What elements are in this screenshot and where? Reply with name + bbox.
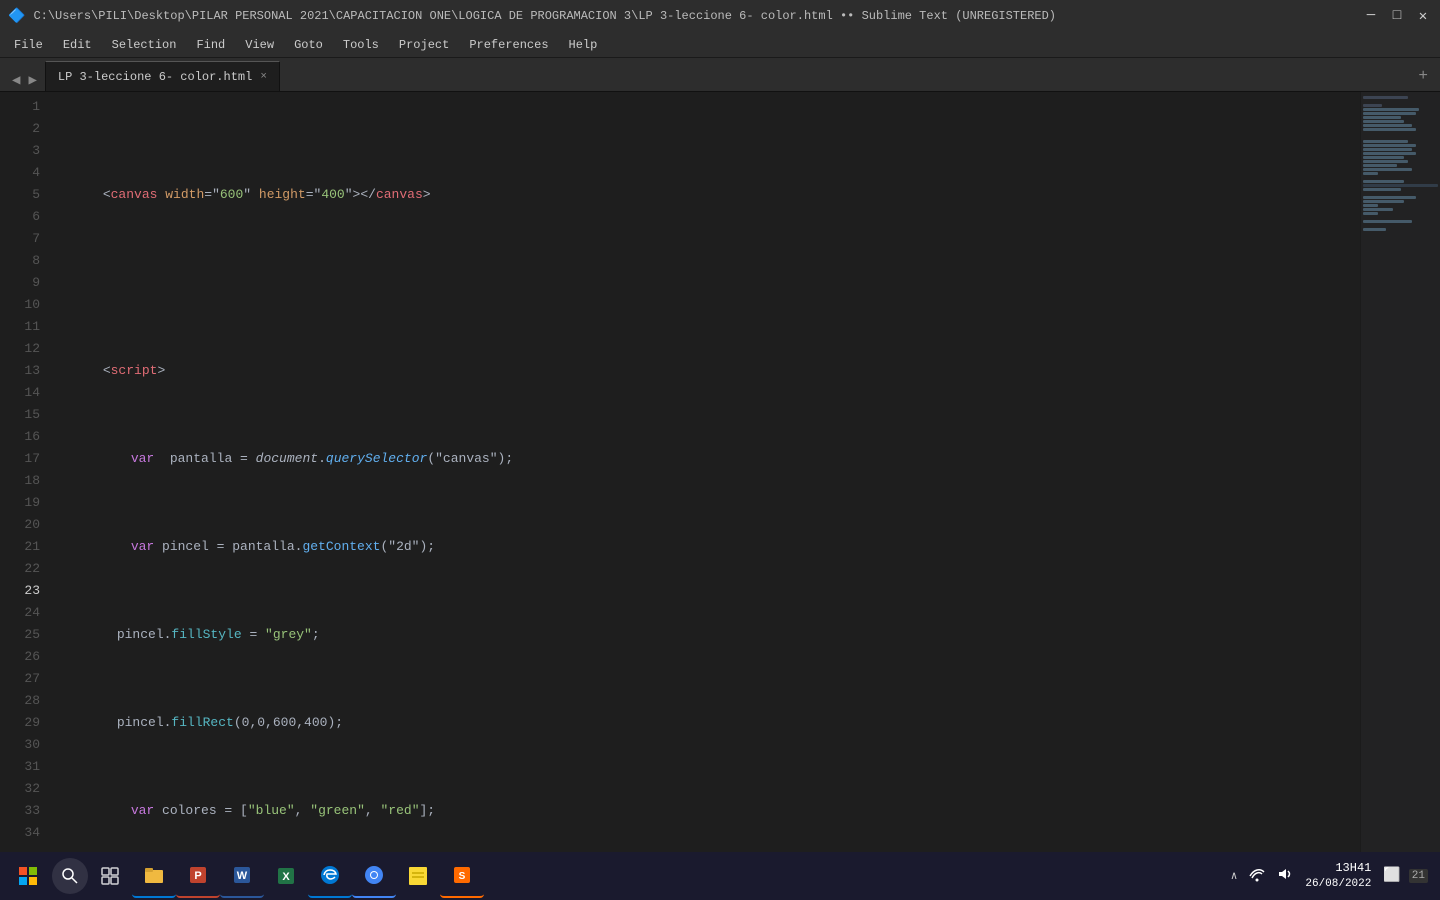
taskview-button[interactable] bbox=[88, 854, 132, 898]
menu-selection[interactable]: Selection bbox=[102, 32, 187, 57]
sticky-button[interactable] bbox=[396, 854, 440, 898]
code-line-3: <script> bbox=[56, 338, 1352, 360]
line-num-2: 2 bbox=[8, 118, 40, 140]
line-num-29: 29 bbox=[8, 712, 40, 734]
line-num-12: 12 bbox=[8, 338, 40, 360]
chrome-button[interactable] bbox=[352, 854, 396, 898]
line-num-16: 16 bbox=[8, 426, 40, 448]
taskbar: P W X S bbox=[0, 852, 1440, 900]
line-num-27: 27 bbox=[8, 668, 40, 690]
line-num-32: 32 bbox=[8, 778, 40, 800]
datetime-display[interactable]: 13H41 26/08/2022 bbox=[1301, 861, 1375, 891]
menu-file[interactable]: File bbox=[4, 32, 53, 57]
line-num-8: 8 bbox=[8, 250, 40, 272]
line-num-4: 4 bbox=[8, 162, 40, 184]
svg-text:S: S bbox=[459, 871, 466, 882]
time-display: 13H41 bbox=[1305, 861, 1371, 877]
line-num-5: 5 bbox=[8, 184, 40, 206]
code-line-1: <canvas width="600" height="400"></canva… bbox=[56, 162, 1352, 184]
tabbar: ◀ ▶ LP 3-leccione 6- color.html × + bbox=[0, 58, 1440, 92]
editor-area: 1 2 3 4 5 6 7 8 9 10 11 12 13 14 15 16 1… bbox=[0, 92, 1440, 872]
line-num-3: 3 bbox=[8, 140, 40, 162]
menu-help[interactable]: Help bbox=[559, 32, 608, 57]
line-num-18: 18 bbox=[8, 470, 40, 492]
line-num-20: 20 bbox=[8, 514, 40, 536]
line-num-21: 21 bbox=[8, 536, 40, 558]
minimize-button[interactable]: ─ bbox=[1362, 7, 1380, 25]
app-icon: 🔷 bbox=[8, 8, 25, 25]
date-display: 26/08/2022 bbox=[1305, 877, 1371, 891]
taskbar-right: ∧ 13H41 26/08/2022 ⬜ 21 bbox=[1227, 861, 1436, 891]
line-num-24: 24 bbox=[8, 602, 40, 624]
line-num-6: 6 bbox=[8, 206, 40, 228]
line-num-22: 22 bbox=[8, 558, 40, 580]
maximize-button[interactable]: □ bbox=[1388, 7, 1406, 25]
menu-preferences[interactable]: Preferences bbox=[459, 32, 558, 57]
line-num-25: 25 bbox=[8, 624, 40, 646]
volume-icon[interactable] bbox=[1273, 866, 1297, 886]
svg-text:W: W bbox=[237, 870, 248, 882]
code-line-2 bbox=[56, 250, 1352, 272]
search-button[interactable] bbox=[52, 858, 88, 894]
menu-goto[interactable]: Goto bbox=[284, 32, 333, 57]
code-line-4: var pantalla = document.querySelector("c… bbox=[56, 426, 1352, 448]
titlebar-left: 🔷 C:\Users\PILI\Desktop\PILAR PERSONAL 2… bbox=[8, 8, 1056, 25]
line-num-15: 15 bbox=[8, 404, 40, 426]
line-num-30: 30 bbox=[8, 734, 40, 756]
line-num-14: 14 bbox=[8, 382, 40, 404]
powerpoint-button[interactable]: P bbox=[176, 854, 220, 898]
minimap bbox=[1360, 92, 1440, 872]
num-indicator: 21 bbox=[1409, 869, 1428, 883]
code-editor[interactable]: <canvas width="600" height="400"></canva… bbox=[48, 92, 1360, 872]
network-icon[interactable] bbox=[1245, 866, 1269, 886]
menu-edit[interactable]: Edit bbox=[53, 32, 102, 57]
tray-icon-1[interactable]: ∧ bbox=[1227, 869, 1242, 883]
line-num-33: 33 bbox=[8, 800, 40, 822]
line-num-17: 17 bbox=[8, 448, 40, 470]
tab-label: LP 3-leccione 6- color.html bbox=[58, 70, 252, 84]
code-line-6: pincel.fillStyle = "grey"; bbox=[56, 602, 1352, 624]
line-num-26: 26 bbox=[8, 646, 40, 668]
titlebar: 🔷 C:\Users\PILI\Desktop\PILAR PERSONAL 2… bbox=[0, 0, 1440, 32]
excel-button[interactable]: X bbox=[264, 854, 308, 898]
nav-back[interactable]: ◀ bbox=[8, 70, 24, 91]
svg-text:P: P bbox=[194, 870, 201, 882]
line-num-31: 31 bbox=[8, 756, 40, 778]
edge-button[interactable] bbox=[308, 854, 352, 898]
code-line-5: var pincel = pantalla.getContext("2d"); bbox=[56, 514, 1352, 536]
menu-view[interactable]: View bbox=[235, 32, 284, 57]
line-num-9: 9 bbox=[8, 272, 40, 294]
word-button[interactable]: W bbox=[220, 854, 264, 898]
new-tab-button[interactable]: + bbox=[1410, 61, 1436, 91]
nav-forward[interactable]: ▶ bbox=[24, 70, 40, 91]
code-line-8: var colores = ["blue", "green", "red"]; bbox=[56, 778, 1352, 800]
titlebar-title: C:\Users\PILI\Desktop\PILAR PERSONAL 202… bbox=[33, 9, 1056, 23]
menu-project[interactable]: Project bbox=[389, 32, 459, 57]
line-numbers: 1 2 3 4 5 6 7 8 9 10 11 12 13 14 15 16 1… bbox=[0, 92, 48, 872]
line-num-1: 1 bbox=[8, 96, 40, 118]
line-num-19: 19 bbox=[8, 492, 40, 514]
code-line-7: pincel.fillRect(0,0,600,400); bbox=[56, 690, 1352, 712]
notification-button[interactable]: ⬜ bbox=[1379, 867, 1404, 884]
menubar: File Edit Selection Find View Goto Tools… bbox=[0, 32, 1440, 58]
line-num-34: 34 bbox=[8, 822, 40, 844]
start-button[interactable] bbox=[4, 854, 52, 898]
sublime-button[interactable]: S bbox=[440, 854, 484, 898]
file-explorer-button[interactable] bbox=[132, 854, 176, 898]
line-num-28: 28 bbox=[8, 690, 40, 712]
line-num-7: 7 bbox=[8, 228, 40, 250]
menu-tools[interactable]: Tools bbox=[333, 32, 389, 57]
titlebar-controls: ─ □ ✕ bbox=[1362, 7, 1432, 25]
active-tab[interactable]: LP 3-leccione 6- color.html × bbox=[45, 61, 280, 91]
svg-text:X: X bbox=[282, 871, 290, 883]
line-num-11: 11 bbox=[8, 316, 40, 338]
menu-find[interactable]: Find bbox=[186, 32, 235, 57]
line-num-23: 23 bbox=[8, 580, 40, 602]
line-num-10: 10 bbox=[8, 294, 40, 316]
close-button[interactable]: ✕ bbox=[1414, 7, 1432, 25]
line-num-13: 13 bbox=[8, 360, 40, 382]
tab-close-button[interactable]: × bbox=[260, 71, 267, 83]
